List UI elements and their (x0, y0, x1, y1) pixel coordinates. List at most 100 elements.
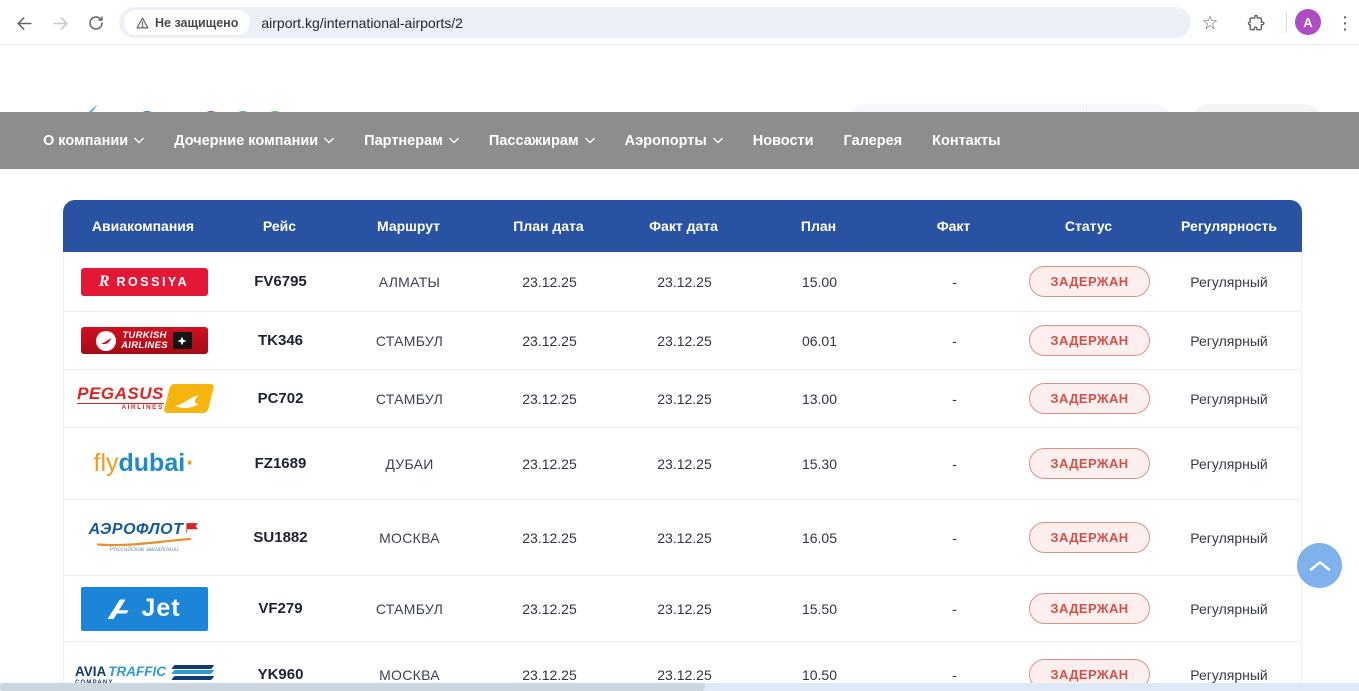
scroll-to-top-button[interactable] (1297, 543, 1342, 588)
flights-table: АвиакомпанияРейсМаршрутПлан датаФакт дат… (63, 200, 1302, 691)
flight-row: Jet VF279 СТАМБУЛ 23.12.25 23.12.25 15.5… (64, 576, 1301, 642)
cell-route: СТАМБУЛ (337, 333, 482, 349)
airline-logo-turkish-airlines: TURKISHAIRLINES (81, 327, 208, 354)
cell-regularity: Регулярный (1157, 391, 1301, 407)
flydubai-dot-icon: · (186, 451, 194, 476)
horizontal-scrollbar-thumb[interactable] (0, 683, 705, 691)
airline-logo-rossiya: RROSSIYA (81, 268, 208, 296)
cell-flight-number: TK346 (224, 332, 337, 349)
cell-status: ЗАДЕРЖАН (1022, 266, 1157, 297)
table-body: RROSSIYA FV6795 АЛМАТЫ 23.12.25 23.12.25… (63, 252, 1302, 691)
cell-status: ЗАДЕРЖАН (1022, 522, 1157, 553)
three-dots-icon: ⋮ (1336, 14, 1354, 32)
browser-reload-button[interactable] (84, 11, 108, 35)
cell-fact-time: - (887, 530, 1022, 546)
aeroflot-flag-icon (185, 522, 199, 533)
address-bar[interactable]: Не защищено airport.kg/international-air… (119, 7, 1191, 38)
cell-plan-time: 10.50 (752, 667, 887, 683)
airline-logo-pegasus: PEGASUSAIRLINES (77, 384, 211, 413)
nav-item-label: Новости (753, 133, 814, 149)
nav-item[interactable]: Контакты (932, 133, 1000, 149)
chevron-down-icon (324, 137, 334, 144)
cell-fact-time: - (887, 601, 1022, 617)
cell-regularity: Регулярный (1157, 601, 1301, 617)
nav-item[interactable]: Пассажирам (489, 133, 595, 149)
pegasus-horse-icon (163, 384, 214, 413)
nav-item-label: О компании (43, 133, 128, 149)
flight-row: RROSSIYA FV6795 АЛМАТЫ 23.12.25 23.12.25… (64, 252, 1301, 312)
cell-fact-date: 23.12.25 (617, 601, 752, 617)
cell-flight-number: SU1882 (224, 529, 337, 546)
cell-route: МОСКВА (337, 530, 482, 546)
nav-item-label: Контакты (932, 133, 1000, 149)
warning-triangle-icon (136, 17, 149, 29)
cell-plan-date: 23.12.25 (482, 530, 617, 546)
cell-regularity: Регулярный (1157, 667, 1301, 683)
puzzle-icon (1246, 13, 1266, 33)
cell-airline: TURKISHAIRLINES (64, 327, 224, 354)
chevron-up-icon (1309, 560, 1331, 572)
browser-back-button[interactable] (12, 11, 36, 35)
ajet-a-icon (107, 598, 134, 620)
status-badge: ЗАДЕРЖАН (1029, 522, 1149, 553)
table-header-row: АвиакомпанияРейсМаршрутПлан датаФакт дат… (63, 200, 1302, 252)
flight-row: PEGASUSAIRLINES PC702 СТАМБУЛ 23.12.25 2… (64, 370, 1301, 428)
cell-airline: flydubai· (64, 451, 224, 476)
security-chip[interactable]: Не защищено (124, 10, 250, 35)
cell-fact-date: 23.12.25 (617, 456, 752, 472)
cell-plan-date: 23.12.25 (482, 391, 617, 407)
cell-plan-date: 23.12.25 (482, 274, 617, 290)
bookmark-star-button[interactable]: ☆ (1198, 11, 1222, 35)
toolbar-separator (1286, 12, 1287, 33)
status-badge: ЗАДЕРЖАН (1029, 593, 1149, 624)
cell-fact-date: 23.12.25 (617, 667, 752, 683)
turkish-bird-icon (96, 331, 116, 351)
cell-fact-date: 23.12.25 (617, 530, 752, 546)
flight-row: АЭРОФЛОТРоссийские авиалинии SU1882 МОСК… (64, 500, 1301, 576)
nav-item[interactable]: О компании (43, 133, 144, 149)
column-header: План дата (481, 218, 616, 234)
cell-flight-number: FV6795 (224, 273, 337, 290)
back-arrow-icon (15, 14, 34, 33)
site-header: f X vpmanas@airport.kg Искать Русский (0, 46, 1359, 112)
cell-regularity: Регулярный (1157, 456, 1301, 472)
cell-fact-date: 23.12.25 (617, 333, 752, 349)
cell-plan-time: 13.00 (752, 391, 887, 407)
extensions-button[interactable] (1244, 11, 1268, 35)
cell-route: ДУБАИ (337, 456, 482, 472)
nav-item[interactable]: Дочерние компании (174, 133, 334, 149)
browser-profile-avatar[interactable]: A (1295, 9, 1321, 35)
cell-fact-time: - (887, 667, 1022, 683)
cell-route: СТАМБУЛ (337, 601, 482, 617)
column-header: Авиакомпания (63, 218, 223, 234)
nav-item[interactable]: Аэропорты (625, 133, 723, 149)
cell-status: ЗАДЕРЖАН (1022, 383, 1157, 414)
cell-fact-time: - (887, 391, 1022, 407)
cell-route: МОСКВА (337, 667, 482, 683)
cell-airline: PEGASUSAIRLINES (64, 384, 224, 413)
flight-row: TURKISHAIRLINES TK346 СТАМБУЛ 23.12.25 2… (64, 312, 1301, 370)
browser-menu-button[interactable]: ⋮ (1334, 11, 1356, 35)
column-header: Факт дата (616, 218, 751, 234)
nav-item-label: Дочерние компании (174, 133, 318, 149)
browser-toolbar: Не защищено airport.kg/international-air… (0, 0, 1359, 45)
cell-plan-date: 23.12.25 (482, 456, 617, 472)
status-badge: ЗАДЕРЖАН (1029, 383, 1149, 414)
nav-item[interactable]: Новости (753, 133, 814, 149)
cell-route: АЛМАТЫ (337, 274, 482, 290)
nav-item[interactable]: Галерея (844, 133, 903, 149)
browser-forward-button[interactable] (48, 11, 72, 35)
nav-item[interactable]: Партнерам (364, 133, 459, 149)
cell-plan-date: 23.12.25 (482, 601, 617, 617)
cell-plan-time: 15.00 (752, 274, 887, 290)
cell-plan-time: 15.30 (752, 456, 887, 472)
airline-logo-aeroflot: АЭРОФЛОТРоссийские авиалинии (89, 522, 200, 554)
cell-flight-number: PC702 (224, 390, 337, 407)
column-header: План (751, 218, 886, 234)
column-header: Рейс (223, 218, 336, 234)
status-badge: ЗАДЕРЖАН (1029, 325, 1149, 356)
column-header: Статус (1021, 218, 1156, 234)
cell-flight-number: YK960 (224, 666, 337, 683)
cell-fact-time: - (887, 274, 1022, 290)
chevron-down-icon (449, 137, 459, 144)
